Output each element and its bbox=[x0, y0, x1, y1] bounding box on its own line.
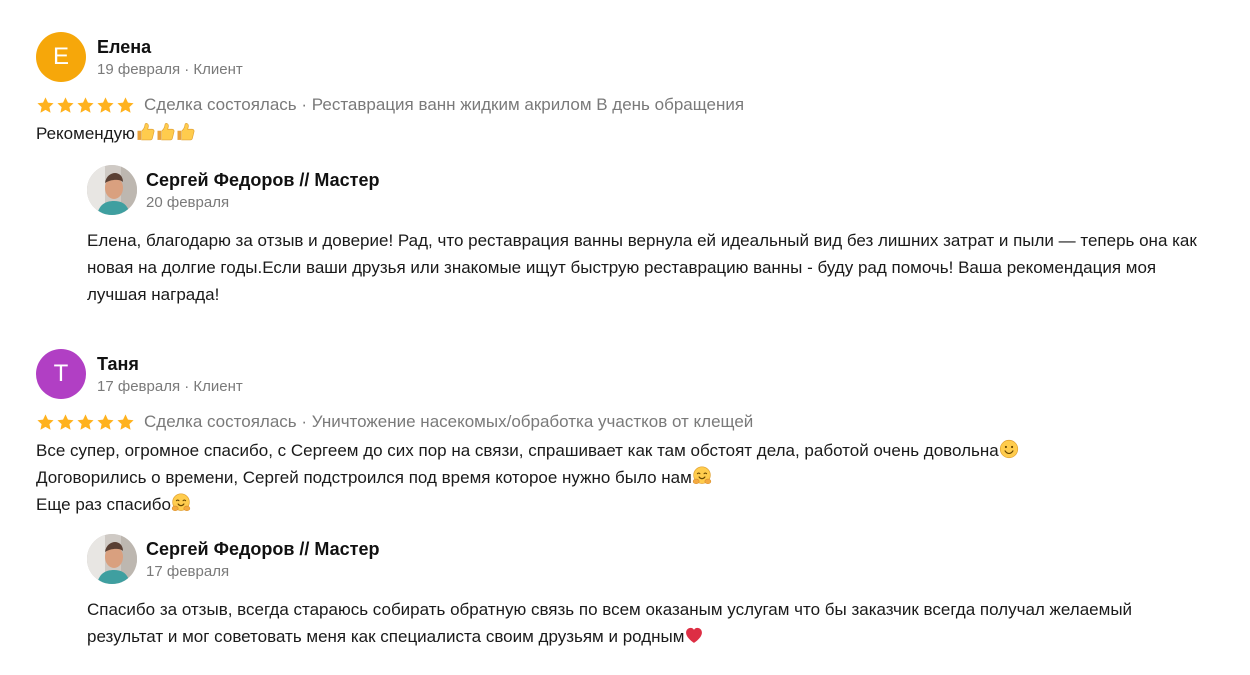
thumbs-up-icon bbox=[155, 122, 175, 142]
hugging-face-icon bbox=[692, 466, 712, 486]
deal-status: Сделка состоялась bbox=[144, 95, 297, 114]
review-card: Т Таня 17 февраля · Клиент Сделка состоя… bbox=[36, 349, 1226, 650]
star-icon bbox=[96, 96, 115, 115]
reply-text: Елена, благодарю за отзыв и доверие! Рад… bbox=[87, 231, 1197, 304]
review-text-line: Еще раз спасибо bbox=[36, 491, 1226, 518]
thumbs-up-icon bbox=[135, 122, 155, 142]
service-name: Реставрация ванн жидким акрилом В день о… bbox=[311, 95, 745, 114]
review-header: Е Елена 19 февраля · Клиент bbox=[36, 32, 1226, 82]
deal-info: Сделка состоялась · Уничтожение насекомы… bbox=[144, 410, 753, 434]
hugging-face-icon bbox=[171, 493, 191, 513]
review-meta: 17 февраля · Клиент bbox=[97, 377, 243, 397]
review-text-line: Рекомендую bbox=[36, 124, 135, 143]
review-text: Все супер, огромное спасибо, с Сергеем д… bbox=[36, 437, 1226, 518]
avatar[interactable]: Е bbox=[36, 32, 86, 82]
master-avatar[interactable] bbox=[87, 534, 137, 584]
avatar-initial: Е bbox=[52, 43, 69, 70]
star-icon bbox=[76, 413, 95, 432]
meta-separator: · bbox=[301, 412, 308, 431]
review-text-fragment: Договорились о времени, Сергей подстроил… bbox=[36, 468, 692, 487]
review-text: Рекомендую bbox=[36, 120, 1226, 147]
deal-info: Сделка состоялась · Реставрация ванн жид… bbox=[144, 93, 744, 117]
review-card: Е Елена 19 февраля · Клиент Сделка состо… bbox=[36, 32, 1226, 308]
review-author[interactable]: Елена bbox=[97, 36, 243, 58]
avatar[interactable]: Т bbox=[36, 349, 86, 399]
reply-text: Спасибо за отзыв, всегда стараюсь собира… bbox=[87, 596, 1207, 650]
reply-author[interactable]: Сергей Федоров // Мастер bbox=[146, 538, 380, 560]
star-icon bbox=[36, 96, 55, 115]
review-meta: 19 февраля · Клиент bbox=[97, 60, 243, 80]
rating-line: Сделка состоялась · Уничтожение насекомы… bbox=[36, 410, 1226, 434]
review-text-fragment: Все супер, огромное спасибо, с Сергеем д… bbox=[36, 441, 999, 460]
reply-date: 17 февраля bbox=[146, 563, 230, 580]
thumbs-up-icon bbox=[175, 122, 195, 142]
master-reply: Сергей Федоров // Мастер 20 февраля Елен… bbox=[87, 165, 1226, 308]
deal-status: Сделка состоялась bbox=[144, 412, 297, 431]
review-header: Т Таня 17 февраля · Клиент bbox=[36, 349, 1226, 399]
review-role: Клиент bbox=[193, 61, 243, 78]
review-date: 17 февраля bbox=[97, 378, 181, 395]
reply-author[interactable]: Сергей Федоров // Мастер bbox=[146, 169, 380, 191]
reply-date: 20 февраля bbox=[146, 194, 230, 211]
star-icon bbox=[116, 413, 135, 432]
star-icon bbox=[96, 413, 115, 432]
red-heart-icon bbox=[684, 625, 704, 645]
review-author[interactable]: Таня bbox=[97, 353, 243, 375]
star-icon bbox=[76, 96, 95, 115]
avatar-initial: Т bbox=[53, 360, 69, 387]
rating-stars bbox=[36, 413, 135, 432]
review-text-line: Все супер, огромное спасибо, с Сергеем д… bbox=[36, 437, 1226, 464]
star-icon bbox=[36, 413, 55, 432]
meta-separator: · bbox=[301, 95, 308, 114]
review-text-fragment: Еще раз спасибо bbox=[36, 495, 171, 514]
master-photo-icon bbox=[87, 165, 137, 215]
review-date: 19 февраля bbox=[97, 61, 181, 78]
rating-line: Сделка состоялась · Реставрация ванн жид… bbox=[36, 93, 1226, 117]
review-text-line: Договорились о времени, Сергей подстроил… bbox=[36, 464, 1226, 491]
meta-separator: · bbox=[184, 61, 190, 78]
review-role: Клиент bbox=[193, 378, 243, 395]
service-name: Уничтожение насекомых/обработка участков… bbox=[311, 412, 754, 431]
reply-header: Сергей Федоров // Мастер 17 февраля bbox=[87, 534, 1226, 584]
star-icon bbox=[56, 96, 75, 115]
meta-separator: · bbox=[184, 378, 190, 395]
reply-text-body: Спасибо за отзыв, всегда стараюсь собира… bbox=[87, 600, 1133, 646]
master-photo-icon bbox=[87, 534, 137, 584]
slightly-smiling-face-icon bbox=[999, 439, 1019, 459]
master-reply: Сергей Федоров // Мастер 17 февраля Спас… bbox=[87, 534, 1226, 650]
master-avatar[interactable] bbox=[87, 165, 137, 215]
reply-header: Сергей Федоров // Мастер 20 февраля bbox=[87, 165, 1226, 215]
star-icon bbox=[116, 96, 135, 115]
rating-stars bbox=[36, 96, 135, 115]
star-icon bbox=[56, 413, 75, 432]
